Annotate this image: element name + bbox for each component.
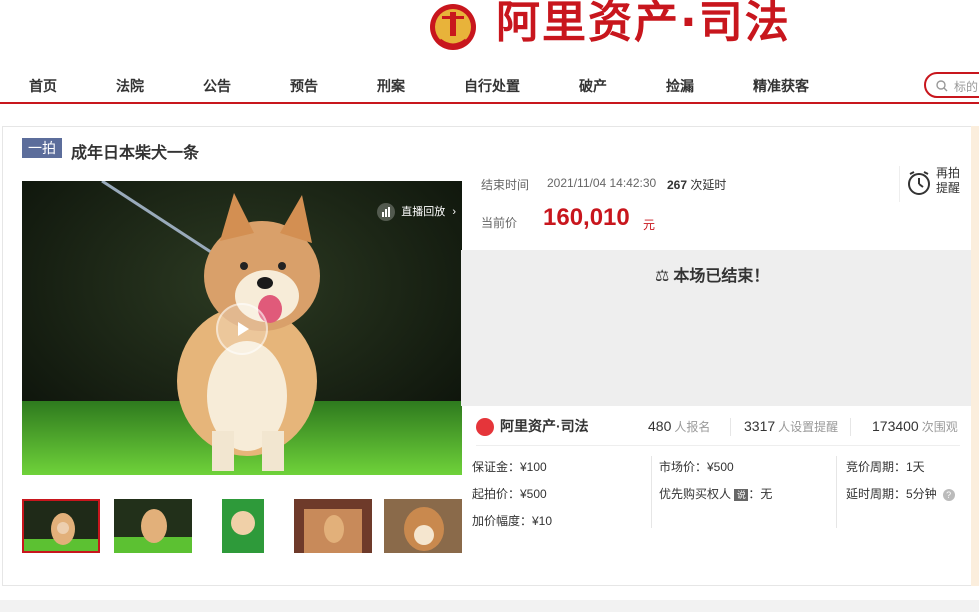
chart-icon — [377, 203, 396, 222]
view-count: 173400 次围观 — [872, 418, 958, 434]
bid-period: 竞价周期：1天 — [846, 460, 925, 474]
lot-title: 成年日本柴犬一条 — [71, 145, 200, 162]
signup-count: 480 人报名 — [648, 418, 711, 434]
lot-media-player[interactable]: 直播回放 › — [22, 181, 462, 475]
nav-item-precise-customers[interactable]: 精准获客 — [753, 76, 809, 96]
thumbnail-strip — [22, 499, 462, 553]
reminder-count: 3317 人设置提醒 — [744, 418, 839, 434]
divider — [651, 456, 652, 528]
priority-buyer: 优先购买权人 说：无 — [659, 487, 773, 501]
bid-increment: 加价幅度：¥10 — [472, 514, 553, 528]
play-button[interactable] — [216, 303, 268, 355]
deposit: 保证金：¥100 — [472, 460, 547, 474]
gavel-icon: ⚖ — [655, 268, 670, 285]
info-tag-icon[interactable]: 说 — [734, 488, 749, 501]
ali-logo-icon — [476, 418, 494, 437]
thumbnail-2[interactable] — [114, 499, 192, 553]
nav-item-criminal[interactable]: 刑案 — [377, 76, 405, 96]
divider — [730, 418, 731, 436]
bid-info: 结束时间 2021/11/04 14:42:30 267 次延时 当前价 160… — [461, 166, 971, 250]
stats-row: 阿里资产·司法 480 人报名 3317 人设置提醒 173400 次围观 — [476, 406, 960, 446]
price-unit: 元 — [643, 218, 656, 232]
delay-period: 延时周期：5分钟? — [846, 485, 955, 502]
site-header: 阿里资产·司法 — [0, 0, 979, 60]
end-time-value: 2021/11/04 14:42:30 — [547, 176, 657, 190]
nav-item-preview[interactable]: 预告 — [290, 76, 318, 96]
main-nav: 首页 法院 公告 预告 刑案 自行处置 破产 捡漏 精准获客 标的 — [0, 66, 979, 104]
current-price: 160,010 — [543, 204, 630, 231]
rebid-reminder-button[interactable]: 再拍 提醒 — [899, 166, 971, 202]
thumbnail-4[interactable] — [294, 499, 372, 553]
right-sidebar-edge — [971, 126, 979, 586]
search-placeholder: 标的 — [954, 80, 979, 94]
nav-item-self-disposal[interactable]: 自行处置 — [464, 76, 520, 96]
thumbnail-1[interactable] — [22, 499, 100, 553]
alarm-clock-icon — [908, 171, 930, 195]
end-time-label: 结束时间 — [481, 178, 530, 192]
brand-title[interactable]: 阿里资产·司法 — [496, 0, 791, 46]
auction-ended-panel: ⚖ 本场已结束！ — [461, 250, 971, 406]
delay-count: 267 次延时 — [667, 178, 727, 192]
nav-item-court[interactable]: 法院 — [116, 76, 144, 96]
auction-ended-message: ⚖ 本场已结束！ — [655, 268, 770, 285]
auction-round-badge: 一拍 — [22, 138, 62, 158]
ali-judicial-logo: 阿里资产·司法 — [476, 416, 589, 437]
market-price: 市场价：¥500 — [659, 460, 734, 474]
page-bottom-band — [0, 600, 979, 612]
rebid-line-2: 提醒 — [936, 181, 961, 195]
help-icon[interactable]: ? — [942, 489, 955, 501]
nav-item-bargain[interactable]: 捡漏 — [666, 76, 694, 96]
auction-terms: 保证金：¥100 起拍价：¥500 加价幅度：¥10 市场价：¥500 优先购买… — [469, 456, 969, 528]
divider — [836, 456, 837, 528]
search-icon — [936, 80, 948, 92]
court-emblem-icon — [430, 4, 476, 50]
start-price: 起拍价：¥500 — [472, 487, 547, 501]
nav-item-home[interactable]: 首页 — [29, 76, 57, 96]
play-icon — [238, 322, 249, 336]
chevron-right-icon: › — [452, 206, 456, 218]
current-price-label: 当前价 — [481, 216, 518, 230]
search-input[interactable]: 标的 — [924, 72, 979, 98]
live-replay-button[interactable]: 直播回放 › — [377, 203, 456, 223]
thumbnail-3[interactable] — [204, 499, 282, 553]
live-replay-label: 直播回放 — [401, 206, 446, 218]
divider — [850, 418, 851, 436]
nav-item-bankruptcy[interactable]: 破产 — [579, 76, 607, 96]
rebid-line-1: 再拍 — [936, 166, 961, 180]
nav-item-announcement[interactable]: 公告 — [203, 76, 231, 96]
thumbnail-5[interactable] — [384, 499, 462, 553]
